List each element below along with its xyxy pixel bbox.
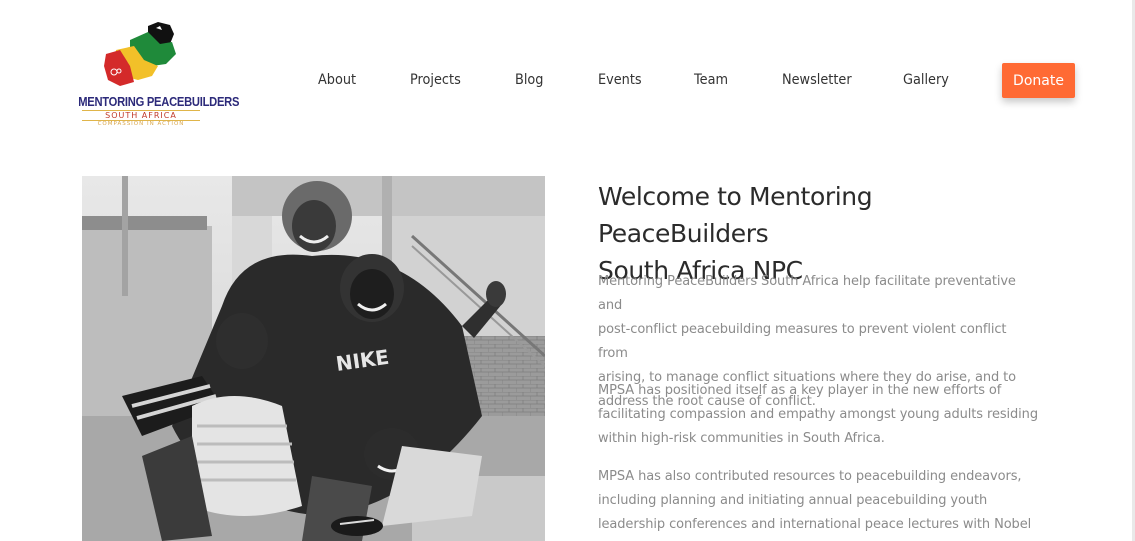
children-group-photo-illustration: NIKE <box>82 176 545 541</box>
nav-link-about[interactable]: About <box>318 72 356 88</box>
paragraph-line: MPSA has positioned itself as a key play… <box>598 383 1002 398</box>
logo-subtitle: SOUTH AFRICA <box>82 110 200 121</box>
nav-link-team[interactable]: Team <box>694 72 728 88</box>
paragraph-line: Mentoring PeaceBuilders South Africa hel… <box>598 274 1016 313</box>
paragraph-line: including planning and initiating annual… <box>598 493 988 508</box>
hero-photo-children: NIKE <box>82 176 545 541</box>
nav-link-newsletter[interactable]: Newsletter <box>782 72 852 88</box>
mpsa-position-paragraph: MPSA has positioned itself as a key play… <box>598 379 1038 451</box>
site-logo[interactable]: MENTORING PEACEBUILDERS SOUTH AFRICA COM… <box>68 20 240 130</box>
paragraph-line: MPSA has also contributed resources to p… <box>598 469 1022 484</box>
paragraph-line: within high-risk communities in South Af… <box>598 431 885 446</box>
mpsa-contributions-paragraph: MPSA has also contributed resources to p… <box>598 465 1038 537</box>
south-africa-map-logo-icon <box>104 22 176 86</box>
nav-link-events[interactable]: Events <box>598 72 642 88</box>
donate-button[interactable]: Donate <box>1002 63 1075 98</box>
paragraph-line: facilitating compassion and empathy amon… <box>598 407 1038 422</box>
logo-title: MENTORING PEACEBUILDERS <box>78 94 240 109</box>
nav-link-blog[interactable]: Blog <box>515 72 543 88</box>
logo-tagline: COMPASSION IN ACTION <box>97 121 185 127</box>
welcome-heading-line1: Welcome to Mentoring PeaceBuilders <box>598 182 873 248</box>
nav-link-gallery[interactable]: Gallery <box>903 72 949 88</box>
paragraph-line: post-conflict peacebuilding measures to … <box>598 322 1007 361</box>
nav-link-projects[interactable]: Projects <box>410 72 461 88</box>
paragraph-line: leadership conferences and international… <box>598 517 1032 532</box>
